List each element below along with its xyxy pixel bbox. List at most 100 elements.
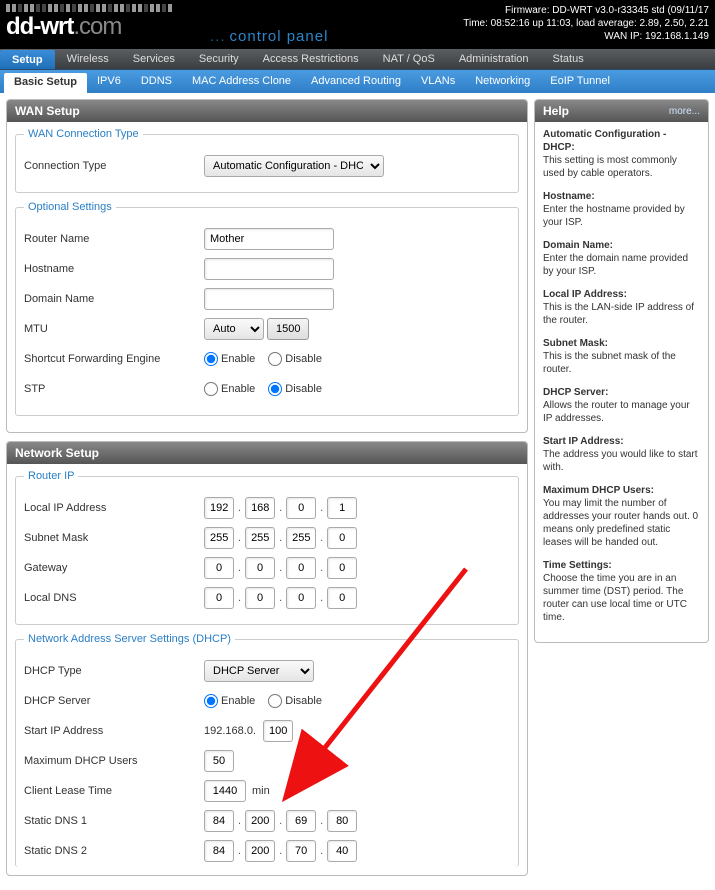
subtab-eoip[interactable]: EoIP Tunnel bbox=[540, 70, 620, 93]
label-conn-type: Connection Type bbox=[24, 160, 204, 172]
input-localip-3[interactable] bbox=[327, 497, 357, 519]
input-gateway-0[interactable] bbox=[204, 557, 234, 579]
input-gateway-3[interactable] bbox=[327, 557, 357, 579]
tab-access-restrictions[interactable]: Access Restrictions bbox=[251, 49, 371, 69]
input-dns1-1[interactable] bbox=[245, 810, 275, 832]
subtab-adv-routing[interactable]: Advanced Routing bbox=[301, 70, 411, 93]
legend-optional: Optional Settings bbox=[24, 201, 116, 213]
subtab-networking[interactable]: Networking bbox=[465, 70, 540, 93]
label-dns2: Static DNS 2 bbox=[24, 845, 204, 857]
legend-wan: WAN Connection Type bbox=[24, 128, 143, 140]
input-dns1-2[interactable] bbox=[286, 810, 316, 832]
radio-sfe-disable[interactable] bbox=[268, 352, 282, 366]
input-gateway-1[interactable] bbox=[245, 557, 275, 579]
header-info: Firmware: DD-WRT v3.0-r33345 std (09/11/… bbox=[463, 4, 709, 43]
panel-title-wan: WAN Setup bbox=[7, 100, 527, 122]
input-dns1-0[interactable] bbox=[204, 810, 234, 832]
input-dns1-3[interactable] bbox=[327, 810, 357, 832]
input-dns2-2[interactable] bbox=[286, 840, 316, 862]
subtab-mac-clone[interactable]: MAC Address Clone bbox=[182, 70, 301, 93]
tab-status[interactable]: Status bbox=[541, 49, 596, 69]
input-lease[interactable] bbox=[204, 780, 246, 802]
input-dns2-1[interactable] bbox=[245, 840, 275, 862]
wanip-line: WAN IP: 192.168.1.149 bbox=[463, 30, 709, 43]
tab-services[interactable]: Services bbox=[121, 49, 187, 69]
label-router-name: Router Name bbox=[24, 233, 204, 245]
label-subnet: Subnet Mask bbox=[24, 532, 204, 544]
label-localdns: Local DNS bbox=[24, 592, 204, 604]
radio-stp-enable[interactable] bbox=[204, 382, 218, 396]
input-dns2-3[interactable] bbox=[327, 840, 357, 862]
control-panel-label: control panel bbox=[210, 28, 328, 45]
input-localip-0[interactable] bbox=[204, 497, 234, 519]
main-tabs: Setup Wireless Services Security Access … bbox=[0, 49, 715, 70]
input-start-ip[interactable] bbox=[263, 720, 293, 742]
select-mtu-mode[interactable]: Auto bbox=[204, 318, 264, 340]
help-title: Help bbox=[543, 104, 569, 118]
select-conn-type[interactable]: Automatic Configuration - DHCP bbox=[204, 155, 384, 177]
label-stp: STP bbox=[24, 383, 204, 395]
label-lease: Client Lease Time bbox=[24, 785, 204, 797]
input-localdns-3[interactable] bbox=[327, 587, 357, 609]
input-max-users[interactable] bbox=[204, 750, 234, 772]
input-localdns-0[interactable] bbox=[204, 587, 234, 609]
subtab-ipv6[interactable]: IPV6 bbox=[87, 70, 131, 93]
input-router-name[interactable] bbox=[204, 228, 334, 250]
label-hostname: Hostname bbox=[24, 263, 204, 275]
help-body: Automatic Configuration - DHCP:This sett… bbox=[535, 122, 708, 642]
help-more-link[interactable]: more... bbox=[669, 106, 700, 117]
input-subnet-3[interactable] bbox=[327, 527, 357, 549]
label-domain: Domain Name bbox=[24, 293, 204, 305]
logo: dd-wrt.com bbox=[6, 4, 172, 41]
subtab-basic-setup[interactable]: Basic Setup bbox=[4, 73, 87, 93]
select-dhcp-type[interactable]: DHCP Server bbox=[204, 660, 314, 682]
input-localdns-1[interactable] bbox=[245, 587, 275, 609]
subtab-ddns[interactable]: DDNS bbox=[131, 70, 182, 93]
input-localdns-2[interactable] bbox=[286, 587, 316, 609]
panel-network-setup: Network Setup Router IP Local IP Address… bbox=[6, 441, 528, 876]
legend-dhcp: Network Address Server Settings (DHCP) bbox=[24, 633, 235, 645]
lease-unit: min bbox=[252, 785, 270, 797]
input-hostname[interactable] bbox=[204, 258, 334, 280]
tab-security[interactable]: Security bbox=[187, 49, 251, 69]
time-line: Time: 08:52:16 up 11:03, load average: 2… bbox=[463, 17, 709, 30]
input-subnet-0[interactable] bbox=[204, 527, 234, 549]
fieldset-router-ip: Router IP Local IP Address . . . Subnet … bbox=[15, 470, 519, 625]
start-ip-prefix: 192.168.0. bbox=[204, 725, 256, 737]
label-gateway: Gateway bbox=[24, 562, 204, 574]
fieldset-optional: Optional Settings Router Name Hostname D… bbox=[15, 201, 519, 416]
tab-nat-qos[interactable]: NAT / QoS bbox=[371, 49, 447, 69]
subtab-vlans[interactable]: VLANs bbox=[411, 70, 465, 93]
input-domain[interactable] bbox=[204, 288, 334, 310]
firmware-line: Firmware: DD-WRT v3.0-r33345 std (09/11/… bbox=[463, 4, 709, 17]
input-subnet-1[interactable] bbox=[245, 527, 275, 549]
logo-dots bbox=[6, 4, 172, 12]
label-dns1: Static DNS 1 bbox=[24, 815, 204, 827]
input-gateway-2[interactable] bbox=[286, 557, 316, 579]
input-dns2-0[interactable] bbox=[204, 840, 234, 862]
label-max-users: Maximum DHCP Users bbox=[24, 755, 204, 767]
panel-help: Help more... Automatic Configuration - D… bbox=[534, 99, 709, 643]
button-mtu-value[interactable]: 1500 bbox=[267, 318, 309, 340]
radio-stp-disable[interactable] bbox=[268, 382, 282, 396]
input-localip-1[interactable] bbox=[245, 497, 275, 519]
label-dhcp-type: DHCP Type bbox=[24, 665, 204, 677]
panel-wan-setup: WAN Setup WAN Connection Type Connection… bbox=[6, 99, 528, 433]
header: dd-wrt.com control panel Firmware: DD-WR… bbox=[0, 0, 715, 49]
label-mtu: MTU bbox=[24, 323, 204, 335]
sub-tabs: Basic Setup IPV6 DDNS MAC Address Clone … bbox=[0, 70, 715, 93]
label-local-ip: Local IP Address bbox=[24, 502, 204, 514]
input-localip-2[interactable] bbox=[286, 497, 316, 519]
tab-administration[interactable]: Administration bbox=[447, 49, 541, 69]
label-dhcp-server: DHCP Server bbox=[24, 695, 204, 707]
input-subnet-2[interactable] bbox=[286, 527, 316, 549]
tab-setup[interactable]: Setup bbox=[0, 50, 55, 69]
radio-sfe-enable[interactable] bbox=[204, 352, 218, 366]
tab-wireless[interactable]: Wireless bbox=[55, 49, 121, 69]
panel-title-network: Network Setup bbox=[7, 442, 527, 464]
fieldset-dhcp: Network Address Server Settings (DHCP) D… bbox=[15, 633, 519, 867]
radio-dhcp-disable[interactable] bbox=[268, 694, 282, 708]
legend-router-ip: Router IP bbox=[24, 470, 78, 482]
label-sfe: Shortcut Forwarding Engine bbox=[24, 353, 204, 365]
radio-dhcp-enable[interactable] bbox=[204, 694, 218, 708]
